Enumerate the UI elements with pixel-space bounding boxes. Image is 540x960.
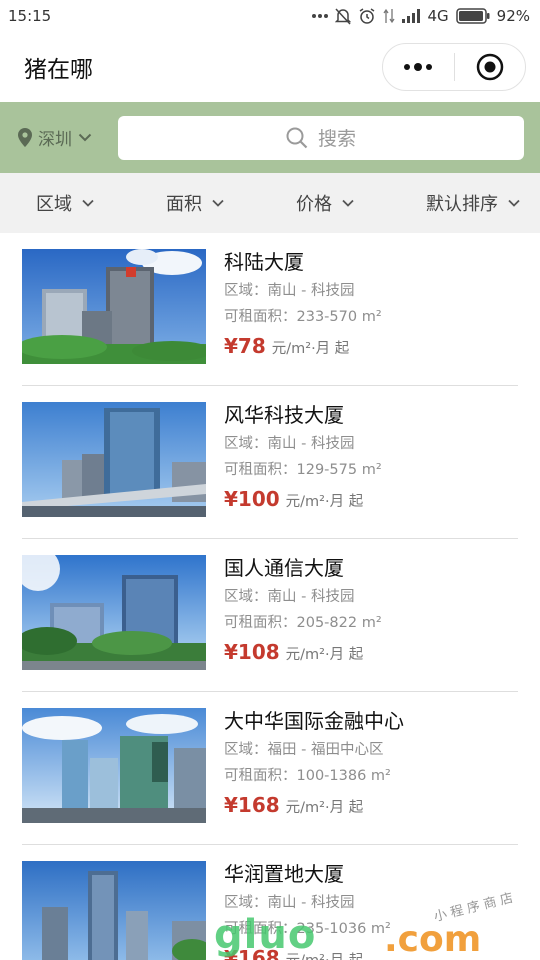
alarm-icon	[358, 7, 376, 25]
status-icons: 4G 92%	[312, 7, 530, 25]
filter-area[interactable]: 面积	[166, 190, 224, 216]
filter-label: 区域	[36, 194, 72, 215]
filter-sort[interactable]: 默认排序	[426, 190, 520, 216]
building-photo	[22, 708, 206, 823]
district-text: 区域：南山 - 科技园	[224, 436, 355, 452]
list-item[interactable]: 风华科技大厦 区域：南山 - 科技园 可租面积：129-575 m² ¥100 …	[0, 386, 540, 539]
price-unit: 元/m²·月 起	[286, 949, 364, 960]
filter-bar: 区域 面积 价格 默认排序	[0, 173, 540, 233]
network-type: 4G	[427, 7, 449, 25]
miniprogram-capsule	[382, 43, 526, 91]
search-band: 深圳 搜索	[0, 102, 540, 173]
status-bar: 15:15 4G 92%	[0, 0, 540, 32]
more-dots-icon	[312, 13, 329, 19]
building-photo	[22, 555, 206, 670]
price-unit: 元/m²·月 起	[271, 341, 350, 357]
price-value: ¥168	[224, 946, 280, 960]
building-photo	[22, 402, 206, 517]
rentable-area-text: 可租面积：233-570 m²	[224, 309, 382, 325]
price-row: ¥168 元/m²·月 起	[224, 793, 404, 817]
price-row: ¥168 元/m²·月 起	[224, 946, 391, 960]
price-unit: 元/m²·月 起	[285, 800, 364, 816]
signal-icon	[402, 9, 421, 23]
district-text: 区域：南山 - 科技园	[224, 589, 355, 605]
district-text: 区域：南山 - 科技园	[224, 895, 355, 911]
more-dots-icon	[404, 63, 433, 71]
building-name: 大中华国际金融中心	[224, 709, 404, 733]
list-item[interactable]: 科陆大厦 区域：南山 - 科技园 可租面积：233-570 m² ¥78 元/m…	[0, 233, 540, 386]
search-input[interactable]: 搜索	[118, 115, 524, 160]
rentable-area-text: 可租面积：235-1036 m²	[224, 921, 391, 937]
filter-district[interactable]: 区域	[36, 190, 94, 216]
price-row: ¥78 元/m²·月 起	[224, 334, 382, 358]
mute-bell-icon	[335, 7, 352, 25]
status-time: 15:15	[8, 7, 52, 25]
search-placeholder: 搜索	[317, 128, 356, 150]
chevron-down-icon	[82, 199, 94, 207]
filter-price[interactable]: 价格	[296, 190, 354, 216]
city-label: 深圳	[38, 130, 72, 150]
city-selector[interactable]: 深圳	[18, 125, 118, 150]
data-arrows-icon	[383, 8, 396, 24]
building-name: 科陆大厦	[224, 250, 304, 274]
district-text: 区域：福田 - 福田中心区	[224, 742, 384, 758]
district-text: 区域：南山 - 科技园	[224, 283, 355, 299]
page-title: 猪在哪	[24, 57, 93, 83]
building-name: 风华科技大厦	[224, 403, 344, 427]
list-item[interactable]: 华润置地大厦 区域：南山 - 科技园 可租面积：235-1036 m² ¥168…	[0, 845, 540, 960]
price-value: ¥78	[224, 334, 266, 358]
building-name: 国人通信大厦	[224, 556, 344, 580]
target-close-icon	[476, 53, 503, 81]
building-photo	[22, 249, 206, 364]
filter-label: 面积	[166, 194, 202, 215]
battery-level: 92%	[496, 7, 530, 25]
price-value: ¥168	[224, 793, 280, 817]
price-value: ¥100	[224, 487, 280, 511]
price-unit: 元/m²·月 起	[285, 647, 364, 663]
building-name: 华润置地大厦	[224, 862, 344, 886]
list-item[interactable]: 大中华国际金融中心 区域：福田 - 福田中心区 可租面积：100-1386 m²…	[0, 692, 540, 845]
list-item[interactable]: 国人通信大厦 区域：南山 - 科技园 可租面积：205-822 m² ¥108 …	[0, 539, 540, 692]
search-icon	[286, 127, 308, 148]
price-row: ¥100 元/m²·月 起	[224, 487, 382, 511]
battery-icon	[455, 8, 490, 24]
chevron-down-icon	[342, 199, 354, 207]
rentable-area-text: 可租面积：129-575 m²	[224, 462, 382, 478]
more-options-button[interactable]	[383, 44, 454, 90]
chevron-down-icon	[212, 199, 224, 207]
rentable-area-text: 可租面积：100-1386 m²	[224, 768, 391, 784]
location-pin-icon	[18, 128, 32, 147]
rentable-area-text: 可租面积：205-822 m²	[224, 615, 382, 631]
filter-label: 默认排序	[426, 194, 498, 215]
filter-label: 价格	[296, 194, 332, 215]
price-row: ¥108 元/m²·月 起	[224, 640, 382, 664]
price-unit: 元/m²·月 起	[285, 494, 364, 510]
building-photo	[22, 861, 206, 960]
price-value: ¥108	[224, 640, 280, 664]
close-miniprogram-button[interactable]	[455, 44, 526, 90]
chevron-down-icon	[78, 133, 92, 142]
listing-list: 科陆大厦 区域：南山 - 科技园 可租面积：233-570 m² ¥78 元/m…	[0, 233, 540, 960]
chevron-down-icon	[508, 199, 520, 207]
title-bar: 猪在哪	[0, 32, 540, 102]
